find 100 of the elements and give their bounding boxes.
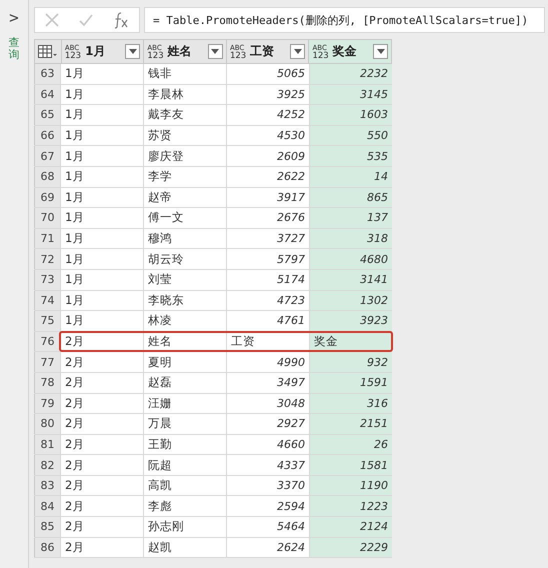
table-cell: 2232 [309, 64, 392, 84]
table-cell: 1月 [60, 249, 143, 269]
side-panel-title: 查询 [8, 37, 20, 62]
table-cell: 4680 [309, 249, 392, 269]
table-cell: 2月 [60, 455, 143, 475]
table-cell: 穆鸿 [143, 228, 226, 248]
row-number: 65 [34, 105, 60, 125]
table-cell: 胡云玲 [143, 249, 226, 269]
table-cell: 1月 [60, 146, 143, 166]
table-cell: 4723 [226, 290, 309, 310]
table-cell: 2月 [60, 394, 143, 414]
table-cell: 2月 [60, 538, 143, 558]
table-cell: 苏贤 [143, 126, 226, 146]
table-cell: 1302 [309, 290, 392, 310]
table-cell: 5174 [226, 270, 309, 290]
row-number: 63 [34, 64, 60, 84]
row-number: 67 [34, 146, 60, 166]
table-cell: 1190 [309, 476, 392, 496]
table-cell: 3727 [226, 228, 309, 248]
table-cell: 1月 [60, 84, 143, 104]
table-cell: 1月 [60, 311, 143, 331]
table-cell: 傅一文 [143, 208, 226, 228]
filter-dropdown[interactable] [125, 44, 140, 59]
table-cell: 318 [309, 228, 392, 248]
table-cell: 2624 [226, 538, 309, 558]
table-cell: 李晨林 [143, 84, 226, 104]
row-number: 86 [34, 538, 60, 558]
table-cell: 865 [309, 188, 392, 208]
table-cell: 阮超 [143, 455, 226, 475]
checkmark-icon[interactable] [78, 12, 94, 28]
row-number: 72 [34, 249, 60, 269]
table-cell: 赵帝 [143, 188, 226, 208]
row-number: 68 [34, 166, 60, 187]
table-cell: 2609 [226, 146, 309, 166]
row-number: 83 [34, 476, 60, 496]
table-cell: 戴李友 [143, 105, 226, 125]
row-number: 78 [34, 372, 60, 392]
table-cell: 赵磊 [143, 372, 226, 392]
table-cell: 4337 [226, 455, 309, 475]
table-cell: 李学 [143, 166, 226, 187]
table-cell: 1月 [60, 270, 143, 290]
table-cell: 2124 [309, 517, 392, 537]
table-cell: 4252 [226, 105, 309, 125]
table-cell: 2月 [60, 372, 143, 392]
expand-button[interactable]: > [9, 8, 19, 27]
table-cell: 2622 [226, 166, 309, 187]
table-cell: 932 [309, 352, 392, 372]
table-cell: 王勤 [143, 434, 226, 454]
row-number: 71 [34, 228, 60, 248]
column-name: 姓名 [168, 43, 193, 60]
row-number: 64 [34, 84, 60, 104]
table-cell: 4990 [226, 352, 309, 372]
filter-dropdown[interactable] [208, 44, 223, 59]
table-cell: 137 [309, 208, 392, 228]
table-cell: 1月 [60, 126, 143, 146]
function-icon[interactable] [112, 11, 130, 29]
table-cell: 孙志刚 [143, 517, 226, 537]
row-number: 70 [34, 208, 60, 228]
caret-icon [294, 49, 302, 54]
table-cell: 1月 [60, 64, 143, 84]
table-cell: 2月 [60, 332, 143, 352]
table-cell: 1月 [60, 188, 143, 208]
table-cell: 1月 [60, 208, 143, 228]
table-cell: 1月 [60, 228, 143, 248]
table-cell: 4660 [226, 434, 309, 454]
filter-dropdown[interactable] [373, 44, 388, 59]
row-number: 80 [34, 414, 60, 434]
row-number: 79 [34, 394, 60, 414]
caret-icon [376, 49, 385, 54]
formula-field[interactable]: = Table.PromoteHeaders(删除的列, [PromoteAllScalars=true]) [144, 7, 545, 33]
row-number: 84 [34, 496, 60, 516]
table-cell: 2月 [60, 434, 143, 454]
table-cell: 2月 [60, 352, 143, 372]
table-cell: 工资 [226, 332, 309, 352]
table-cell: 1223 [309, 496, 392, 516]
table-cell: 26 [309, 434, 392, 454]
table-cell: 3048 [226, 394, 309, 414]
table-cell: 奖金 [309, 332, 392, 352]
table-cell: 2594 [226, 496, 309, 516]
table-cell: 3925 [226, 84, 309, 104]
table-cell: 赵凯 [143, 538, 226, 558]
table-cell: 5797 [226, 249, 309, 269]
table-cell: 高凯 [143, 476, 226, 496]
table-cell: 4761 [226, 311, 309, 331]
row-number: 66 [34, 126, 60, 146]
table-cell: 4530 [226, 126, 309, 146]
table-cell: 林凌 [143, 311, 226, 331]
table-cell: 廖庆登 [143, 146, 226, 166]
table-cell: 刘莹 [143, 270, 226, 290]
table-cell: 2151 [309, 414, 392, 434]
caret-icon [211, 49, 220, 54]
table-cell: 1603 [309, 105, 392, 125]
table-cell: 14 [309, 166, 392, 187]
table-cell: 2229 [309, 538, 392, 558]
row-number: 82 [34, 455, 60, 475]
table-cell: 2月 [60, 496, 143, 516]
table-cell: 万晨 [143, 414, 226, 434]
table-cell: 3370 [226, 476, 309, 496]
filter-dropdown[interactable] [290, 44, 306, 59]
table-cell: 夏明 [143, 352, 226, 372]
